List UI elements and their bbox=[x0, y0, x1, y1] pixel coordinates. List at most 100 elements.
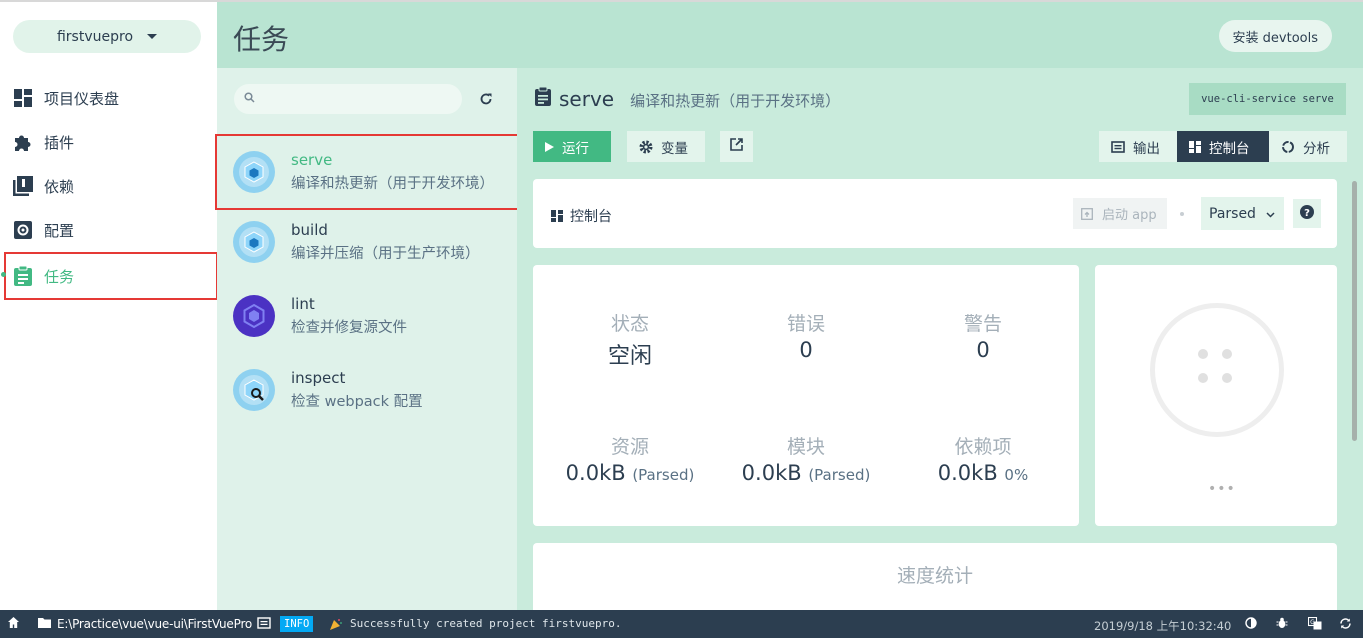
stat-errors: 错误 0 bbox=[716, 309, 896, 362]
project-path-label: E:\Practice\vue\vue-ui\FirstVuePro bbox=[57, 617, 253, 631]
stat-label: 状态 bbox=[610, 313, 649, 335]
svg-text:G: G bbox=[1310, 619, 1315, 626]
dark-mode-icon[interactable] bbox=[1245, 617, 1257, 632]
tab-output[interactable]: 输出 bbox=[1099, 131, 1177, 162]
task-search[interactable] bbox=[234, 84, 462, 114]
stat-label: 错误 bbox=[786, 313, 825, 335]
help-button[interactable]: ? bbox=[1293, 199, 1321, 228]
task-detail: serve 编译和热更新（用于开发环境） vue-cli-service ser… bbox=[517, 68, 1363, 610]
svg-text:?: ? bbox=[1304, 207, 1310, 218]
page-header: 任务 安装 devtools bbox=[217, 0, 1363, 68]
run-button[interactable]: 运行 bbox=[533, 131, 611, 162]
chevron-down-icon bbox=[1266, 206, 1275, 222]
scrollbar[interactable] bbox=[1352, 181, 1357, 441]
page-title: 任务 bbox=[233, 23, 290, 56]
eslint-icon bbox=[233, 295, 275, 337]
donut-icon bbox=[1281, 140, 1295, 154]
stat-value: 0.0kB (Parsed) bbox=[540, 461, 720, 485]
dashboard-icon bbox=[551, 210, 563, 222]
clipboard-icon bbox=[535, 86, 551, 110]
play-icon bbox=[545, 141, 554, 152]
dashboard-icon bbox=[13, 88, 33, 108]
placeholder-dot bbox=[1198, 349, 1208, 359]
active-indicator bbox=[1, 272, 6, 277]
task-item-inspect[interactable]: inspect 检查 webpack 配置 bbox=[217, 354, 517, 426]
party-popper-icon bbox=[330, 618, 342, 630]
open-in-new-icon bbox=[730, 138, 743, 155]
placeholder-dot bbox=[1222, 349, 1232, 359]
task-item-serve[interactable]: serve 编译和热更新（用于开发环境） bbox=[215, 134, 519, 210]
size-mode-select[interactable]: Parsed bbox=[1201, 197, 1284, 230]
refresh-icon[interactable] bbox=[1339, 617, 1352, 633]
assets-size: 0.0kB bbox=[565, 461, 626, 485]
clipboard-icon bbox=[13, 266, 33, 286]
size-mode-value: Parsed bbox=[1209, 205, 1256, 222]
speed-stats-card: 速度统计 bbox=[533, 543, 1337, 610]
start-app-label: 启动 app bbox=[1102, 208, 1157, 223]
sidebar-item-plugins[interactable]: 插件 bbox=[6, 120, 216, 164]
home-icon[interactable] bbox=[7, 616, 20, 632]
sidebar-item-dashboard[interactable]: 项目仪表盘 bbox=[6, 76, 216, 120]
sidebar-item-label: 任务 bbox=[44, 267, 75, 286]
task-header: serve 编译和热更新（用于开发环境） bbox=[535, 86, 840, 111]
search-input[interactable] bbox=[263, 91, 453, 107]
webpack-icon bbox=[233, 221, 275, 263]
open-external-button[interactable] bbox=[720, 131, 753, 162]
tab-console[interactable]: 控制台 bbox=[1177, 131, 1269, 162]
task-item-lint[interactable]: lint 检查并修复源文件 bbox=[217, 280, 517, 352]
placeholder-dot bbox=[1198, 373, 1208, 383]
project-name: firstvuepro bbox=[56, 28, 134, 45]
log-level-badge: INFO bbox=[280, 616, 314, 632]
webpack-inspect-icon bbox=[233, 369, 275, 411]
sidebar-item-label: 依赖 bbox=[44, 177, 75, 196]
more-indicator: ••• bbox=[1208, 481, 1236, 497]
command-badge: vue-cli-service serve bbox=[1189, 83, 1346, 115]
stat-warnings: 警告 0 bbox=[893, 309, 1073, 362]
task-description: 编译和热更新（用于开发环境） bbox=[291, 176, 494, 192]
install-devtools-button[interactable]: 安装 devtools bbox=[1218, 20, 1332, 52]
log-icon[interactable] bbox=[257, 617, 271, 632]
placeholder-dot bbox=[1222, 373, 1232, 383]
sidebar-item-dependencies[interactable]: 依赖 bbox=[6, 164, 216, 208]
start-app-button[interactable]: 启动 app bbox=[1073, 198, 1167, 229]
stats-card: 状态 空闲 错误 0 警告 0 资源 0.0kB (Parsed) 模块 0.0… bbox=[533, 265, 1079, 526]
message-icon bbox=[1111, 140, 1125, 153]
tab-analysis[interactable]: 分析 bbox=[1269, 131, 1347, 162]
variables-button[interactable]: 变量 bbox=[627, 131, 705, 162]
stat-label: 警告 bbox=[963, 313, 1002, 335]
folder-icon bbox=[38, 617, 51, 631]
bug-icon[interactable] bbox=[1276, 617, 1288, 632]
run-label: 运行 bbox=[562, 140, 589, 157]
project-selector[interactable]: firstvuepro bbox=[13, 20, 201, 53]
stat-value: 0 bbox=[799, 338, 813, 362]
library-icon bbox=[13, 176, 33, 196]
task-description: 检查并修复源文件 bbox=[291, 320, 407, 336]
sidebar-item-label: 项目仪表盘 bbox=[44, 89, 120, 108]
caret-down-icon bbox=[147, 34, 158, 39]
stat-value: 空闲 bbox=[607, 344, 652, 369]
console-card: 控制台 启动 app Parsed ? bbox=[533, 179, 1337, 248]
search-icon bbox=[244, 91, 255, 107]
translate-icon[interactable]: G bbox=[1307, 616, 1322, 633]
console-label: 控制台 bbox=[1209, 140, 1250, 157]
sidebar-item-label: 插件 bbox=[44, 133, 75, 152]
task-description: 编译并压缩（用于生产环境） bbox=[291, 246, 480, 262]
modules-unit: (Parsed) bbox=[808, 466, 871, 484]
stat-assets: 资源 0.0kB (Parsed) bbox=[540, 432, 720, 485]
task-item-build[interactable]: build 编译并压缩（用于生产环境） bbox=[217, 206, 517, 278]
dashboard-icon bbox=[1189, 140, 1201, 153]
sidebar-item-label: 配置 bbox=[44, 221, 75, 240]
task-title: serve bbox=[559, 86, 615, 111]
separator-dot bbox=[1180, 212, 1184, 216]
project-path[interactable]: E:\Practice\vue\vue-ui\FirstVuePro bbox=[38, 617, 252, 631]
modules-size: 0.0kB bbox=[741, 461, 802, 485]
sidebar-item-tasks[interactable]: 任务 bbox=[4, 252, 218, 300]
refresh-icon[interactable] bbox=[477, 90, 495, 108]
stat-label: 模块 bbox=[786, 436, 825, 458]
task-name: lint bbox=[291, 295, 315, 313]
log-message[interactable]: Successfully created project firstvuepro… bbox=[330, 617, 622, 630]
assets-unit: (Parsed) bbox=[632, 466, 695, 484]
sidebar-item-configuration[interactable]: 配置 bbox=[6, 208, 216, 252]
task-subtitle: 编译和热更新（用于开发环境） bbox=[630, 92, 841, 110]
stat-status: 状态 空闲 bbox=[540, 309, 720, 370]
